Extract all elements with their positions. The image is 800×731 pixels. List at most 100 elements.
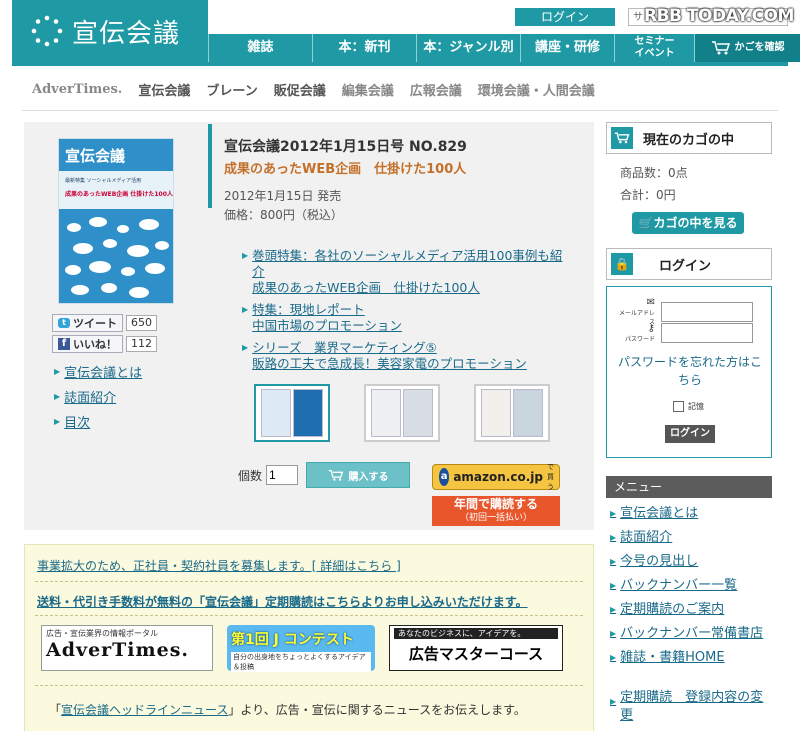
banner2-top: 第1回 J コンテスト (231, 632, 354, 648)
contents-list: ▶ 巻頭特集：各社のソーシャルメディア活用100事例も紹 介 成果のあったWEB… (242, 248, 582, 378)
thumbnail-page (371, 389, 401, 437)
password-field[interactable] (661, 323, 753, 343)
banner3-top: あなたのビジネスに、アイデアを。 (394, 628, 558, 639)
product-links: ▶ 宣伝会議とは ▶ 誌面紹介 ▶ 目次 (54, 362, 142, 437)
magazine-cover-image[interactable]: 宣伝会議 最新特集 ソーシャルメディア活用 成果のあったWEB企画 仕掛けた10… (58, 138, 174, 304)
arrow-right-icon: ▶ (610, 533, 617, 542)
like-widget: f いいね！ 112 (52, 335, 157, 353)
tweet-count: 650 (126, 315, 157, 331)
amazon-button[interactable]: a amazon.co.jp で買う (432, 463, 560, 491)
password-label: ⚷ パスワード (617, 323, 655, 343)
email-field[interactable] (661, 301, 753, 322)
nav-event-label: イベント (634, 48, 675, 59)
arrow-right-icon: ▶ (610, 509, 617, 518)
menu-item-bookstores[interactable]: ▶ バックナンバー常備書店 (606, 622, 772, 646)
cart-total: 合計：0円 (620, 188, 676, 202)
nav-books-by-genre[interactable]: 本：ジャンル別 (416, 34, 520, 62)
recruit-link[interactable]: 事業拡大のため、正社員・契約社員を募集します。[ 詳細はこちら ] (37, 557, 401, 574)
media-link-henshu[interactable]: 編集会議 (342, 80, 394, 99)
menu-item-preview[interactable]: ▶ 誌面紹介 (606, 526, 772, 550)
nav-new-books[interactable]: 本：新刊 (312, 34, 416, 62)
lock-icon: 🔒 (611, 253, 633, 275)
cover-text-2: 成果のあったWEB企画 仕掛けた100人 (65, 191, 173, 198)
nav-view-cart[interactable]: かごを確認 (694, 34, 800, 62)
master-course-banner[interactable]: あなたのビジネスに、アイデアを。 広告マスターコース (389, 625, 563, 671)
contents-item-text: 特集：現地レポート 中国市場のプロモーション (252, 302, 402, 334)
site-logo[interactable]: 宣伝会議 (12, 0, 208, 62)
headline-news-link[interactable]: 宣伝会議ヘッドラインニュース (61, 703, 228, 717)
menu-item-subscription[interactable]: ▶ 定期購読のご案内 (606, 598, 772, 622)
nav-magazine[interactable]: 雑誌 (208, 34, 312, 62)
list-item[interactable]: ▶ シリーズ 業界マーケティング⑤ 販路の工夫で急成長！美容家電のプロモーション (242, 340, 582, 372)
cart-icon: 🛒 (638, 216, 654, 230)
menu-item-home[interactable]: ▶ 雑誌・書籍HOME (606, 646, 772, 670)
arrow-right-icon: ▶ (242, 343, 249, 352)
remember-checkbox[interactable] (673, 401, 684, 412)
link-page-preview[interactable]: 誌面紹介 (64, 387, 116, 406)
list-item[interactable]: ▶ 巻頭特集：各社のソーシャルメディア活用100事例も紹 介 成果のあったWEB… (242, 248, 582, 296)
menu-gap (606, 670, 772, 686)
view-cart-button[interactable]: 🛒カゴの中を見る (632, 212, 744, 234)
page-thumbnail[interactable] (364, 384, 440, 442)
sidebar: 現在のカゴの中 商品数：0点 合計：0円 🛒カゴの中を見る 🔒 ログイン ✉ メー… (606, 122, 772, 728)
tweet-widget: t ツイート 650 (52, 314, 157, 332)
media-link-brain[interactable]: ブレーン (206, 80, 257, 99)
media-link-advertimes[interactable]: AdverTimes. (32, 82, 122, 97)
link-table-of-contents[interactable]: 目次 (64, 412, 90, 431)
site-header: 宣伝会議 ログイン サ RBB TODAY.COM 雑誌 本：新刊 本：ジャンル… (12, 0, 800, 68)
banner1-main: AdverTimes. (46, 639, 190, 661)
menu-item-label: バックナンバー常備書店 (620, 626, 764, 641)
dashed-divider (35, 615, 583, 616)
list-item: ▶ 誌面紹介 (54, 387, 142, 406)
social-buttons: t ツイート 650 f いいね！ 112 (52, 314, 157, 356)
menu-item-backnumbers[interactable]: ▶ バックナンバー一覧 (606, 574, 772, 598)
thumbnail-page (261, 389, 291, 437)
menu-list: ▶ 宣伝会議とは ▶ 誌面紹介 ▶ 今号の見出し ▶ バックナンバー一覧 ▶ 定期購読のご… (606, 498, 772, 728)
buy-button[interactable]: 購入する (306, 462, 411, 488)
like-count: 112 (126, 336, 157, 352)
menu-item-headlines[interactable]: ▶ 今号の見出し (606, 550, 772, 574)
arrow-right-icon: ▶ (54, 392, 61, 401)
list-item[interactable]: ▶ 特集：現地レポート 中国市場のプロモーション (242, 302, 582, 334)
tweet-button[interactable]: t ツイート (52, 314, 123, 332)
amazon-sub-label: で買う (546, 463, 554, 491)
logo-burst-icon (31, 15, 63, 47)
page-thumbnail[interactable] (474, 384, 550, 442)
menu-item-change-registration[interactable]: ▶ 定期購読 登録内容の変更 (606, 686, 772, 728)
nav-view-cart-label: かごを確認 (734, 42, 785, 53)
login-button[interactable]: ログイン (665, 425, 715, 443)
product-price: 価格：800円（税込） (224, 208, 343, 222)
nav-seminar-event[interactable]: セミナー イベント (614, 34, 694, 62)
menu-item-about[interactable]: ▶ 宣伝会議とは (606, 502, 772, 526)
cover-bubble (145, 263, 165, 274)
subscription-link[interactable]: 送料・代引き手数料が無料の「宣伝会議」定期購読はこちらよりお申し込みいただけます… (37, 593, 528, 610)
footer-post: 」より、広告・宣伝に関するニュースをお伝えします。 (228, 703, 526, 717)
page-thumbnail[interactable] (254, 384, 330, 442)
forgot-password-link[interactable]: パスワードを忘れた方はこちら (615, 353, 765, 389)
remember-me[interactable]: 記憶 (673, 401, 704, 412)
media-link-hansoku[interactable]: 販促会議 (274, 80, 326, 99)
header-login-button[interactable]: ログイン (515, 8, 615, 26)
link-about-magazine[interactable]: 宣伝会議とは (64, 362, 142, 381)
dashed-divider (35, 685, 583, 686)
divider (22, 110, 778, 111)
menu-item-label: 定期購読のご案内 (620, 602, 725, 617)
thumbnail-page (403, 389, 433, 437)
annual-subscription-button[interactable]: 年間で購読する （初回一括払い） (432, 496, 560, 526)
media-link-koho[interactable]: 広報会議 (410, 80, 462, 99)
media-links: AdverTimes. 宣伝会議 ブレーン 販促会議 編集会議 広報会議 環境会… (32, 78, 595, 100)
cart-icon (328, 469, 343, 481)
purchase-row: 個数 購入する (238, 462, 411, 488)
nav-courses[interactable]: 講座・研修 (520, 34, 614, 62)
arrow-right-icon: ▶ (54, 367, 61, 376)
password-row: ⚷ パスワード (617, 323, 753, 343)
cover-title: 宣伝会議 (65, 147, 126, 165)
quantity-input[interactable] (266, 465, 299, 485)
nav-seminar-label: セミナー (634, 36, 675, 47)
media-link-kankyo[interactable]: 環境会議・人間会議 (478, 80, 595, 99)
like-button[interactable]: f いいね！ (52, 335, 123, 353)
advertimes-banner[interactable]: 広告・宣伝業界の情報ポータル AdverTimes. (41, 625, 213, 671)
j-contest-banner[interactable]: 第1回 J コンテスト 自分の出身地をちょっとよくするアイデア＆投稿 (227, 625, 375, 672)
media-link-senden-kaigi[interactable]: 宣伝会議 (138, 80, 190, 99)
cover-bubble (121, 267, 135, 276)
